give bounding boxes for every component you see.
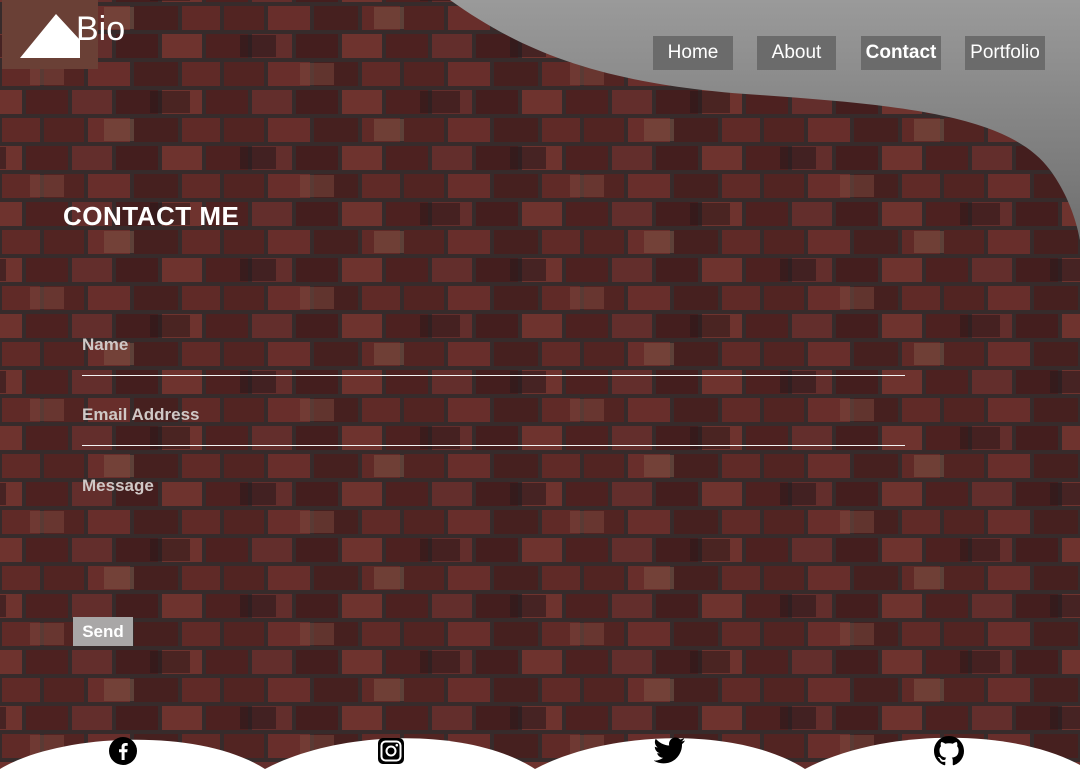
name-input[interactable] [82, 355, 905, 375]
name-field-group: Name [82, 335, 905, 376]
email-underline [82, 445, 905, 446]
instagram-glyph [378, 738, 404, 764]
facebook-glyph [109, 737, 137, 765]
background-shade [0, 0, 1080, 769]
github-icon[interactable] [933, 735, 965, 767]
message-input[interactable] [82, 496, 905, 616]
nav-home[interactable]: Home [653, 36, 733, 70]
footer-wave [0, 737, 1080, 769]
name-label: Name [82, 335, 129, 354]
send-button[interactable]: Send [73, 617, 133, 646]
facebook-icon[interactable] [107, 735, 139, 767]
twitter-icon[interactable] [654, 735, 686, 767]
nav-contact[interactable]: Contact [861, 36, 941, 70]
message-field-group: Message [82, 476, 905, 616]
github-glyph [934, 736, 964, 766]
instagram-icon[interactable] [375, 735, 407, 767]
nav-portfolio[interactable]: Portfolio [965, 36, 1045, 70]
main-nav: Home About Contact Portfolio [0, 36, 1080, 72]
twitter-glyph [654, 737, 685, 764]
name-underline [82, 375, 905, 376]
email-input[interactable] [82, 425, 905, 445]
email-field-group: Email Address [82, 405, 905, 446]
email-label: Email Address [82, 405, 200, 424]
message-label: Message [82, 476, 154, 495]
nav-about[interactable]: About [757, 36, 836, 70]
page-title: CONTACT ME [63, 201, 240, 231]
